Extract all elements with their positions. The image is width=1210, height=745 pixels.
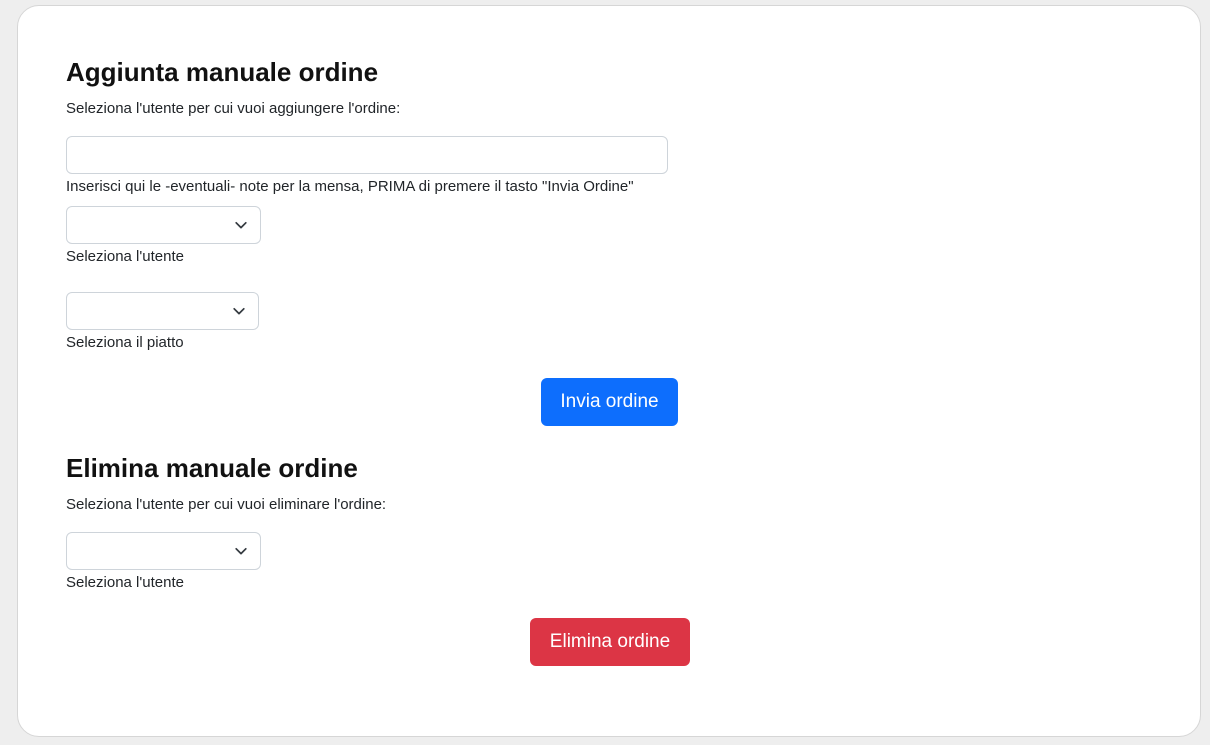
chevron-down-icon [235, 547, 247, 555]
user-select[interactable] [66, 206, 261, 244]
notes-input[interactable] [66, 136, 668, 174]
user-select-label: Seleziona l'utente [66, 248, 184, 265]
delete-user-select[interactable] [66, 532, 261, 570]
submit-order-button[interactable]: Invia ordine [541, 378, 678, 426]
dish-select[interactable] [66, 292, 259, 330]
delete-order-button[interactable]: Elimina ordine [530, 618, 690, 666]
delete-order-instruction: Seleziona l'utente per cui vuoi eliminar… [66, 496, 387, 513]
add-order-title: Aggiunta manuale ordine [66, 57, 379, 87]
delete-user-select-label: Seleziona l'utente [66, 574, 184, 591]
notes-hint: Inserisci qui le -eventuali- note per la… [66, 178, 634, 195]
chevron-down-icon [233, 307, 245, 315]
dish-select-label: Seleziona il piatto [66, 334, 184, 351]
delete-order-title: Elimina manuale ordine [66, 453, 358, 483]
chevron-down-icon [235, 221, 247, 229]
add-order-instruction: Seleziona l'utente per cui vuoi aggiunge… [66, 100, 401, 117]
